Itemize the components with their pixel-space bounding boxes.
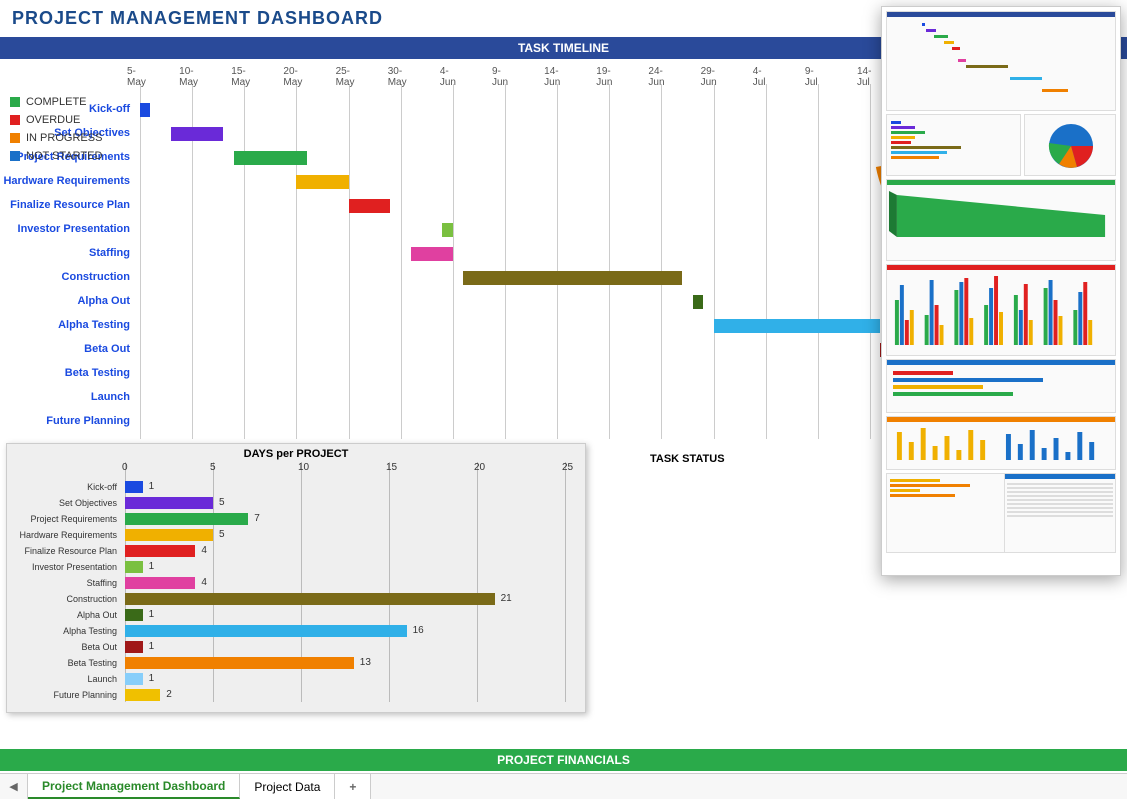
- days-row: Project Requirements7: [7, 512, 585, 528]
- days-row: Launch1: [7, 672, 585, 688]
- gantt-row: Launch: [0, 387, 880, 411]
- days-panel-title: DAYS per PROJECT: [7, 444, 585, 464]
- days-row: Staffing4: [7, 576, 585, 592]
- legend-item: OVERDUE: [10, 114, 102, 126]
- gantt-row: Beta Testing: [0, 363, 880, 387]
- gantt-row: Hardware Requirements: [0, 171, 880, 195]
- days-row: Construction21: [7, 592, 585, 608]
- days-row: Alpha Out1: [7, 608, 585, 624]
- sheet-tab-bar: ◀ Project Management Dashboard Project D…: [0, 773, 1127, 799]
- gantt-row: Alpha Testing: [0, 315, 880, 339]
- days-row: Beta Testing13: [7, 656, 585, 672]
- days-row: Future Planning2: [7, 688, 585, 704]
- gantt-row: Construction: [0, 267, 880, 291]
- days-row: Investor Presentation1: [7, 560, 585, 576]
- gantt-row: Future Planning: [0, 411, 880, 435]
- days-row: Hardware Requirements5: [7, 528, 585, 544]
- days-per-project-panel: DAYS per PROJECT 0510152025 Kick-off1Set…: [6, 443, 586, 713]
- gantt-row: Alpha Out: [0, 291, 880, 315]
- legend-item: NOT STARTED: [10, 150, 102, 162]
- gantt-row: Kick-off: [0, 99, 880, 123]
- days-row: Beta Out1: [7, 640, 585, 656]
- days-row: Alpha Testing16: [7, 624, 585, 640]
- preview-overlay: [881, 6, 1121, 576]
- gantt-row: Project Requirements: [0, 147, 880, 171]
- gantt-row: Finalize Resource Plan: [0, 195, 880, 219]
- gantt-chart: 5-May10-May15-May20-May25-May30-May4-Jun…: [0, 59, 880, 439]
- gantt-row: Set Objectives: [0, 123, 880, 147]
- tab-nav-prev[interactable]: ◀: [0, 774, 28, 799]
- days-row: Set Objectives5: [7, 496, 585, 512]
- gantt-row: Investor Presentation: [0, 219, 880, 243]
- tab-dashboard[interactable]: Project Management Dashboard: [28, 774, 240, 799]
- gantt-row: Staffing: [0, 243, 880, 267]
- tab-project-data[interactable]: Project Data: [240, 774, 335, 799]
- legend-item: COMPLETE: [10, 96, 102, 108]
- gantt-row: Beta Out: [0, 339, 880, 363]
- days-row: Finalize Resource Plan4: [7, 544, 585, 560]
- tab-add[interactable]: +: [335, 774, 371, 799]
- days-row: Kick-off1: [7, 480, 585, 496]
- financials-band: PROJECT FINANCIALS: [0, 749, 1127, 771]
- legend-item: IN PROGRESS: [10, 132, 102, 144]
- pie-legend: COMPLETE OVERDUE IN PROGRESS NOT STARTED: [10, 90, 102, 168]
